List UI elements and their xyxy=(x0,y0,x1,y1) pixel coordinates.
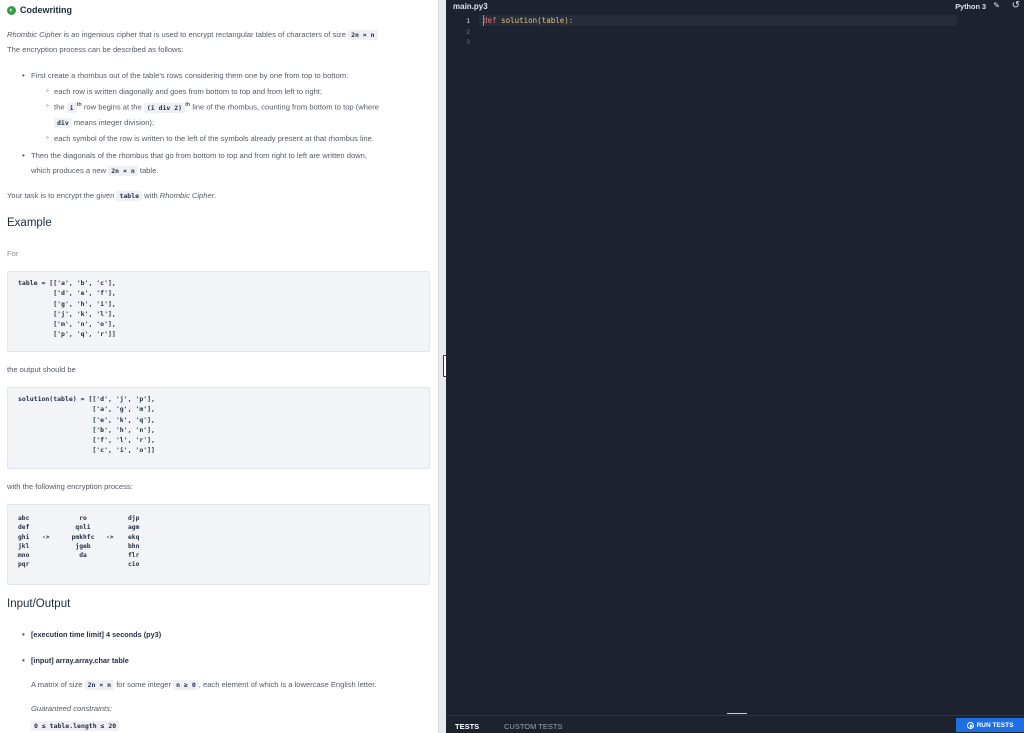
tab-tests[interactable]: TESTS xyxy=(455,722,479,731)
pencil-icon[interactable]: ✎ xyxy=(993,1,1000,10)
process-arrow-2: -> xyxy=(106,533,114,541)
task-description-panel: ◐ Codewriting Rhombic Cipher is an ingen… xyxy=(0,0,438,733)
io-heading: Input/Output xyxy=(7,598,71,610)
for-label: For xyxy=(7,249,19,258)
io-matrix-desc: A matrix of size 2n × n for some integer… xyxy=(31,680,377,690)
io-time-limit: [execution time limit] 4 seconds (py3) xyxy=(22,630,161,639)
output-label: the output should be xyxy=(7,365,76,374)
sub-bullet-1: each row is written diagonally and goes … xyxy=(46,86,322,96)
example-output-code: solution(table) = [['d', 'j', 'p'], ['a'… xyxy=(7,387,430,469)
tab-custom-tests[interactable]: CUSTOM TESTS xyxy=(504,722,562,731)
line-number: 1 xyxy=(466,17,470,25)
language-selector[interactable]: Python 3 xyxy=(955,2,986,11)
text-cursor xyxy=(483,15,484,26)
line-number: 2 xyxy=(466,27,470,36)
sub-bullet-2: the ith row begins at the (i div 2)th li… xyxy=(46,101,379,113)
line-number-gutter: 1 2 3 xyxy=(456,16,470,48)
example-heading: Example xyxy=(7,217,52,229)
line-number: 3 xyxy=(466,38,470,46)
brand: ◐ Codewriting xyxy=(7,5,72,15)
process-col-result: djp agm ekq bhn flr cio xyxy=(128,515,140,569)
codesignal-logo-icon: ◐ xyxy=(7,5,16,15)
process-col-rhombus: ro qnli pmkhfc jgeb da xyxy=(71,515,95,560)
io-input-type: [input] array.array.char table xyxy=(22,656,129,665)
sub-bullet-3: each symbol of the row is written to the… xyxy=(46,133,374,143)
bullet-2-cont: which produces a new 2n × n table. xyxy=(31,166,159,176)
code-text-area[interactable]: def solution(table): xyxy=(483,16,573,25)
encryption-process-block: abc def ghi jkl mno pqr -> ro qnli pmkhf… xyxy=(7,504,430,585)
task-statement: Your task is to encrypt the given table … xyxy=(7,191,217,201)
cipher-name: Rhombic Cipher xyxy=(7,30,62,39)
constraint: 0 ≤ table.length ≤ 20 xyxy=(31,721,120,731)
brand-label: Codewriting xyxy=(20,5,72,15)
bullet-1: First create a rhombus out of the table'… xyxy=(22,71,348,80)
sub-bullet-2-cont: div means integer division); xyxy=(54,118,154,128)
tests-bar: TESTS CUSTOM TESTS RUN TESTS xyxy=(446,715,1024,733)
file-tab[interactable]: main.py3 xyxy=(453,2,488,11)
editor-header: main.py3 Python 3 ✎ ↺ xyxy=(446,0,1024,14)
play-icon xyxy=(966,721,974,729)
process-label: with the following encryption process: xyxy=(7,482,133,491)
process-arrow-1: -> xyxy=(42,533,50,541)
guaranteed-label: Guaranteed constraints: xyxy=(31,704,113,713)
reset-icon[interactable]: ↺ xyxy=(1012,0,1020,11)
code-editor-panel: main.py3 Python 3 ✎ ↺ 1 2 3 def solution… xyxy=(446,0,1024,733)
bullet-2: Then the diagonals of the rhombus that g… xyxy=(22,151,367,160)
example-input-code: table = [['a', 'b', 'c'], ['d', 'e', 'f'… xyxy=(7,271,430,352)
run-tests-button[interactable]: RUN TESTS xyxy=(956,718,1024,732)
run-tests-label: RUN TESTS xyxy=(976,721,1014,729)
process-col-original: abc def ghi jkl mno pqr xyxy=(18,515,30,569)
intro-line: Rhombic Cipher is an ingenious cipher th… xyxy=(7,30,378,40)
intro-line-2: The encryption process can be described … xyxy=(7,45,184,54)
